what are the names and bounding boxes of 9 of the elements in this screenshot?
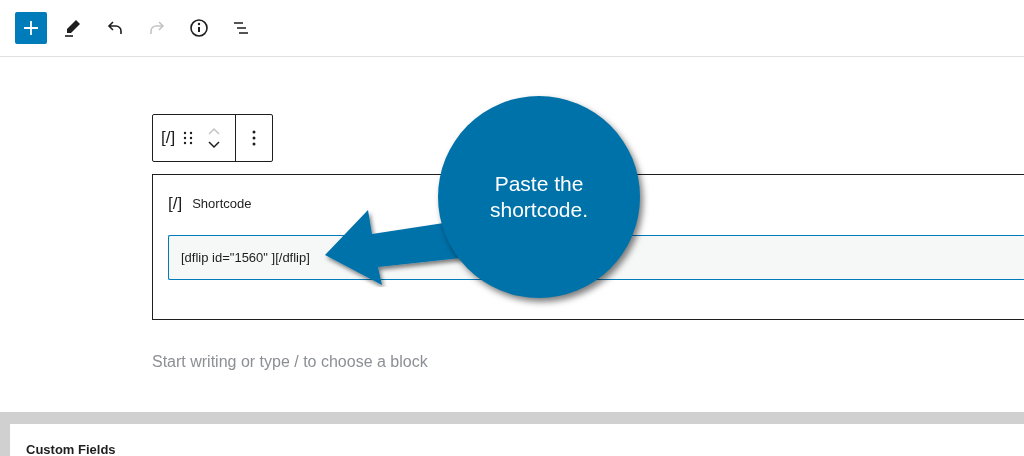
more-options-icon[interactable]	[252, 130, 257, 146]
block-icon: [/]	[168, 191, 183, 217]
metabox-title: Custom Fields	[26, 442, 116, 456]
move-down-icon[interactable]	[207, 140, 222, 149]
callout-text: Paste the shortcode.	[488, 170, 590, 223]
plus-button[interactable]	[15, 12, 47, 44]
block-title: Shortcode	[192, 195, 252, 213]
block-type-button[interactable]: [/]	[161, 125, 176, 151]
info-icon	[187, 16, 211, 40]
